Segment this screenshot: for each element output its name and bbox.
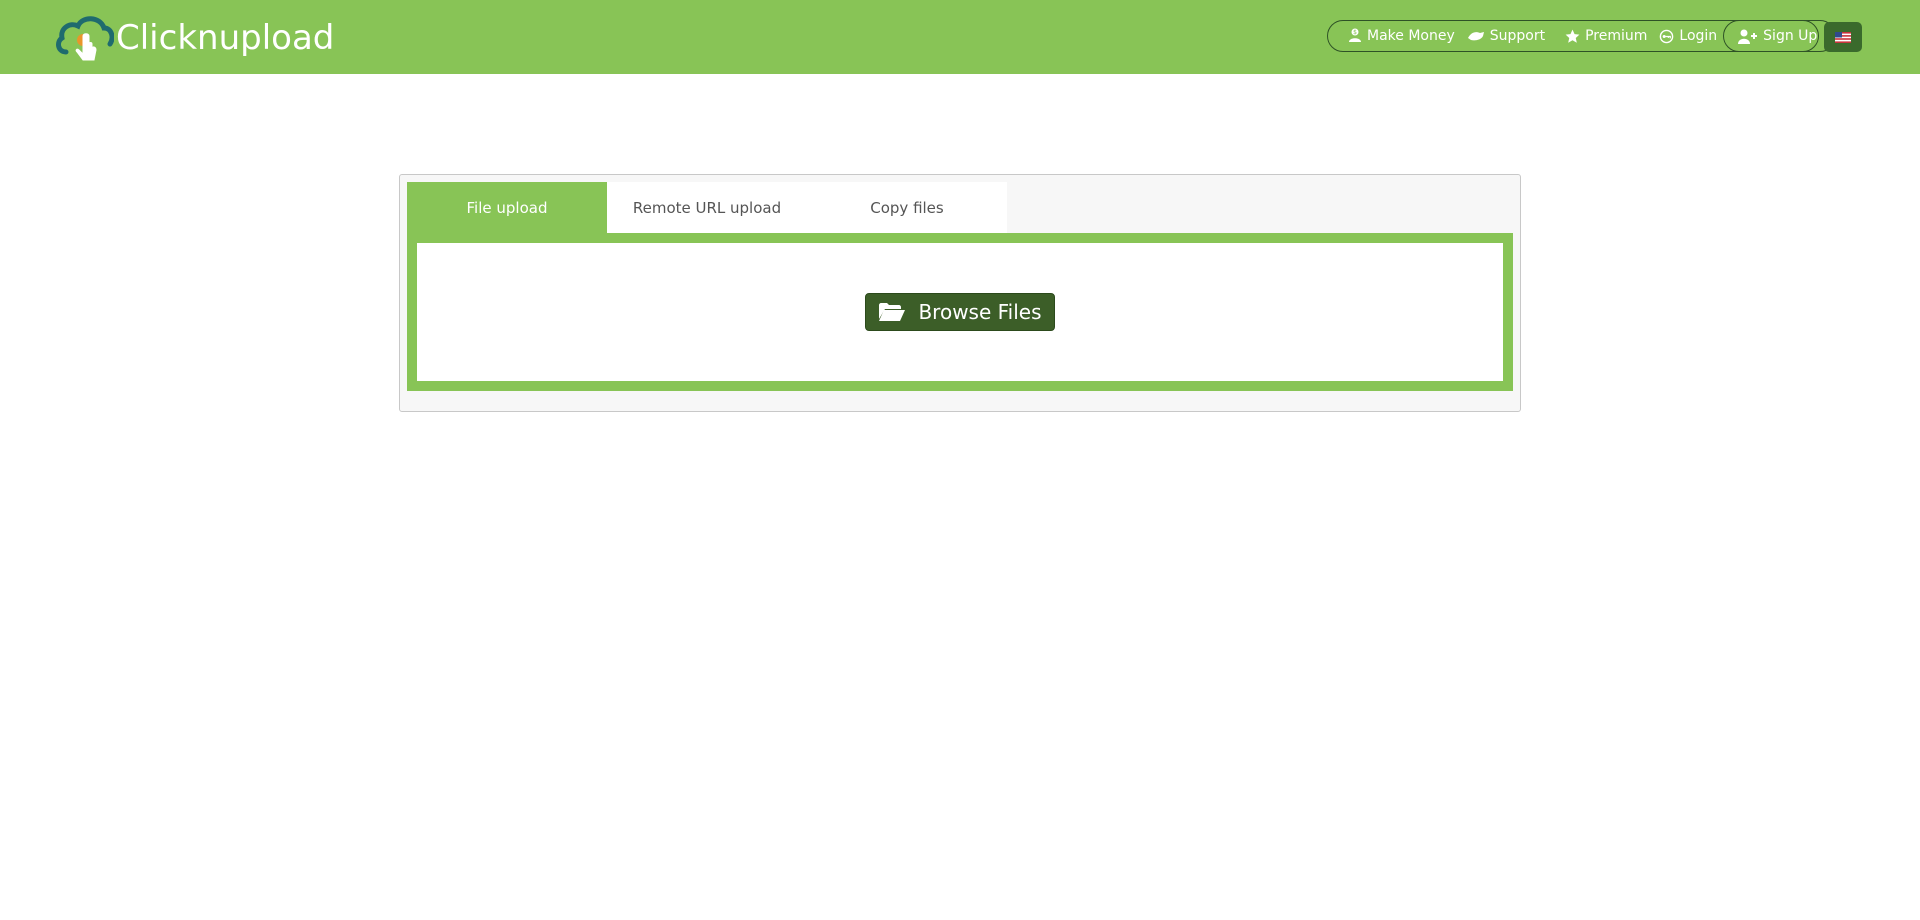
nav-make-money[interactable]: $ Make Money: [1328, 21, 1461, 51]
nav-login[interactable]: Login: [1653, 21, 1723, 51]
money-icon: $: [1348, 28, 1362, 44]
nav-support-label: Support: [1489, 28, 1546, 44]
file-upload-area: Browse Files: [407, 233, 1513, 391]
top-header: Clicknupload $ Make Money Support Premiu…: [0, 0, 1920, 74]
tab-copy-files[interactable]: Copy files: [807, 182, 1007, 233]
support-icon: [1467, 29, 1485, 43]
nav-make-money-label: Make Money: [1367, 28, 1455, 44]
key-icon: [1659, 29, 1674, 44]
nav-premium[interactable]: Premium: [1559, 21, 1653, 51]
browse-files-label: Browse Files: [918, 300, 1042, 324]
svg-text:$: $: [1353, 29, 1357, 36]
cloud-hand-logo-icon: [56, 14, 115, 62]
folder-open-icon: [878, 302, 906, 322]
tab-file-upload[interactable]: File upload: [407, 182, 607, 233]
site-logo[interactable]: Clicknupload: [56, 14, 334, 62]
main-nav: $ Make Money Support Premium Login Sign …: [1327, 20, 1837, 52]
browse-files-button[interactable]: Browse Files: [865, 293, 1055, 331]
upload-panel: File upload Remote URL upload Copy files…: [399, 174, 1521, 412]
nav-sign-up-label: Sign Up: [1763, 28, 1818, 44]
nav-premium-label: Premium: [1585, 28, 1648, 44]
nav-support[interactable]: Support: [1461, 21, 1551, 51]
nav-sign-up[interactable]: Sign Up: [1723, 20, 1837, 52]
us-flag-icon: [1835, 28, 1851, 47]
drop-zone[interactable]: Browse Files: [417, 243, 1503, 381]
site-name: Clicknupload: [116, 18, 335, 58]
star-icon: [1565, 29, 1580, 44]
upload-tabs: File upload Remote URL upload Copy files: [407, 182, 1007, 233]
user-plus-icon: [1738, 29, 1758, 44]
nav-login-label: Login: [1679, 28, 1718, 44]
tab-remote-url-upload[interactable]: Remote URL upload: [607, 182, 807, 233]
language-selector[interactable]: [1824, 22, 1862, 52]
